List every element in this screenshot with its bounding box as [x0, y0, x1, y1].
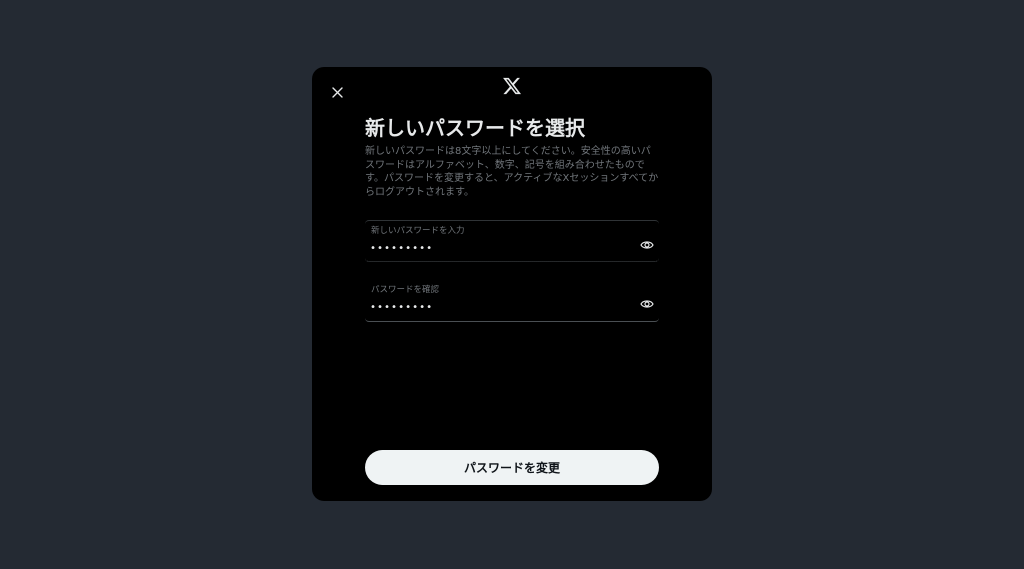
close-icon: [331, 86, 343, 98]
confirm-password-label: パスワードを確認: [371, 285, 440, 295]
x-logo-icon: [503, 77, 522, 95]
confirm-password-input[interactable]: [370, 299, 620, 315]
change-password-button[interactable]: パスワードを変更: [365, 450, 659, 485]
close-button[interactable]: [320, 75, 354, 109]
show-confirm-password-toggle[interactable]: [639, 297, 655, 311]
eye-icon: [640, 241, 654, 249]
confirm-password-field[interactable]: パスワードを確認: [365, 280, 659, 322]
page-title: 新しいパスワードを選択: [365, 116, 585, 140]
modal-content: 新しいパスワードを選択 新しいパスワードは8文字以上にしてください。安全性の高い…: [365, 115, 659, 199]
password-requirements-text: 新しいパスワードは8文字以上にしてください。安全性の高いパスワードはアルファベッ…: [365, 146, 659, 198]
eye-icon: [640, 300, 654, 308]
new-password-label: 新しいパスワードを入力: [371, 226, 465, 236]
show-password-toggle[interactable]: [639, 238, 655, 252]
password-reset-modal: 新しいパスワードを選択 新しいパスワードは8文字以上にしてください。安全性の高い…: [312, 67, 712, 501]
new-password-input[interactable]: [370, 240, 620, 256]
new-password-field[interactable]: 新しいパスワードを入力: [365, 220, 659, 262]
